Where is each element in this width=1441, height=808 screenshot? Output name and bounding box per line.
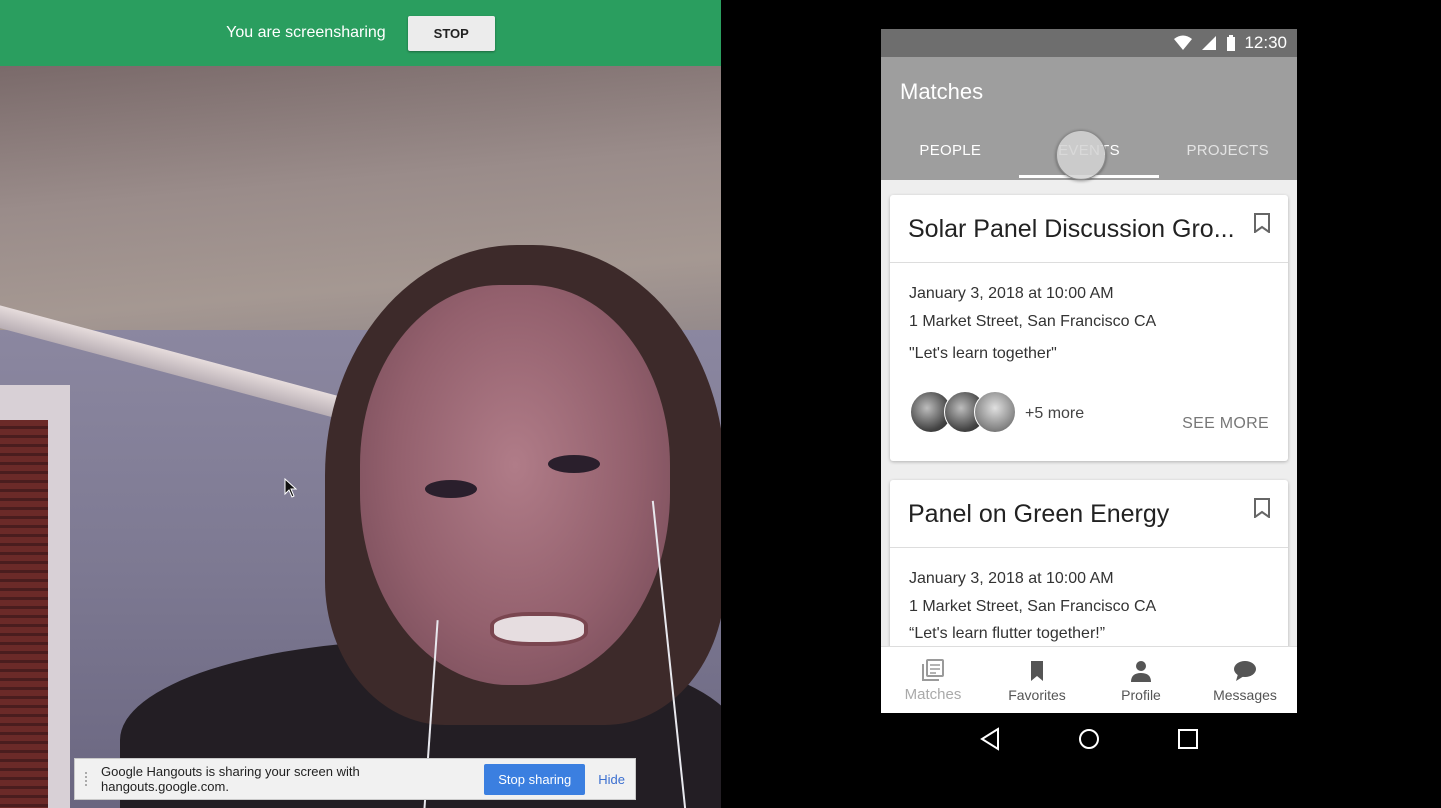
page-title: Matches <box>900 79 984 104</box>
share-notification-text: Google Hangouts is sharing your screen w… <box>101 764 360 794</box>
battery-icon <box>1227 35 1236 51</box>
event-address: 1 Market Street, San Francisco CA <box>909 598 1157 615</box>
nav-matches[interactable]: Matches <box>881 647 985 713</box>
system-navigation-bar <box>881 713 1297 765</box>
avatar <box>974 391 1016 433</box>
nav-favorites[interactable]: Favorites <box>985 647 1089 713</box>
see-more-button[interactable]: SEE MORE <box>1182 415 1269 433</box>
event-card[interactable]: Solar Panel Discussion Gro... January 3,… <box>890 195 1288 461</box>
nav-label: Profile <box>1121 686 1161 703</box>
recents-icon[interactable] <box>1176 727 1200 751</box>
event-title: Solar Panel Discussion Gro... <box>908 215 1235 243</box>
event-quote: “Let's learn flutter together!” <box>909 625 1106 642</box>
status-bar: 12:30 <box>881 29 1297 57</box>
divider <box>890 262 1288 263</box>
event-date: January 3, 2018 at 10:00 AM <box>909 285 1114 302</box>
nav-messages[interactable]: Messages <box>1193 647 1297 713</box>
more-attendees-count: +5 more <box>1025 405 1085 422</box>
event-date: January 3, 2018 at 10:00 AM <box>909 570 1114 587</box>
person-mouth <box>490 612 588 646</box>
phone-screen: 12:30 Matches PEOPLE EVENTS PROJECTS Sol… <box>881 29 1297 713</box>
stop-button[interactable]: STOP <box>407 15 495 51</box>
bookmark-outline-icon[interactable] <box>1254 213 1270 233</box>
back-icon[interactable] <box>978 727 1002 751</box>
touch-ripple <box>1056 130 1106 180</box>
chat-bubble-icon <box>1234 660 1256 681</box>
library-books-icon <box>922 659 944 681</box>
status-time: 12:30 <box>1244 33 1287 52</box>
event-title: Panel on Green Energy <box>908 500 1170 528</box>
tab-projects[interactable]: PROJECTS <box>1158 120 1297 180</box>
screenshare-banner-text: You are screensharing <box>226 24 386 41</box>
event-quote: "Let's learn together" <box>909 345 1057 362</box>
camera-view: You are screensharing STOP Google Hangou… <box>0 0 721 808</box>
share-notification-bar: Google Hangouts is sharing your screen w… <box>74 758 636 800</box>
tab-people[interactable]: PEOPLE <box>881 120 1020 180</box>
bottom-navigation: Matches Favorites Profile Messages <box>881 646 1297 713</box>
drag-handle-icon[interactable] <box>85 772 91 786</box>
cell-signal-icon <box>1202 36 1217 50</box>
divider <box>890 547 1288 548</box>
bookmark-outline-icon[interactable] <box>1254 498 1270 518</box>
home-icon[interactable] <box>1077 727 1101 751</box>
screenshare-banner: You are screensharing STOP <box>0 0 721 66</box>
nav-profile[interactable]: Profile <box>1089 647 1193 713</box>
wifi-icon <box>1174 35 1193 50</box>
mouse-cursor-icon <box>284 478 298 498</box>
nav-label: Favorites <box>1008 686 1066 703</box>
nav-label: Matches <box>904 686 962 703</box>
bookmark-icon <box>1031 660 1043 681</box>
window-blind <box>0 420 48 808</box>
stop-sharing-button[interactable]: Stop sharing <box>484 763 586 795</box>
nav-label: Messages <box>1213 686 1277 703</box>
event-address: 1 Market Street, San Francisco CA <box>909 313 1157 330</box>
person-eye-left <box>425 480 477 498</box>
person-icon <box>1131 660 1151 682</box>
person-eye-right <box>548 455 600 473</box>
hide-button[interactable]: Hide <box>585 772 635 787</box>
